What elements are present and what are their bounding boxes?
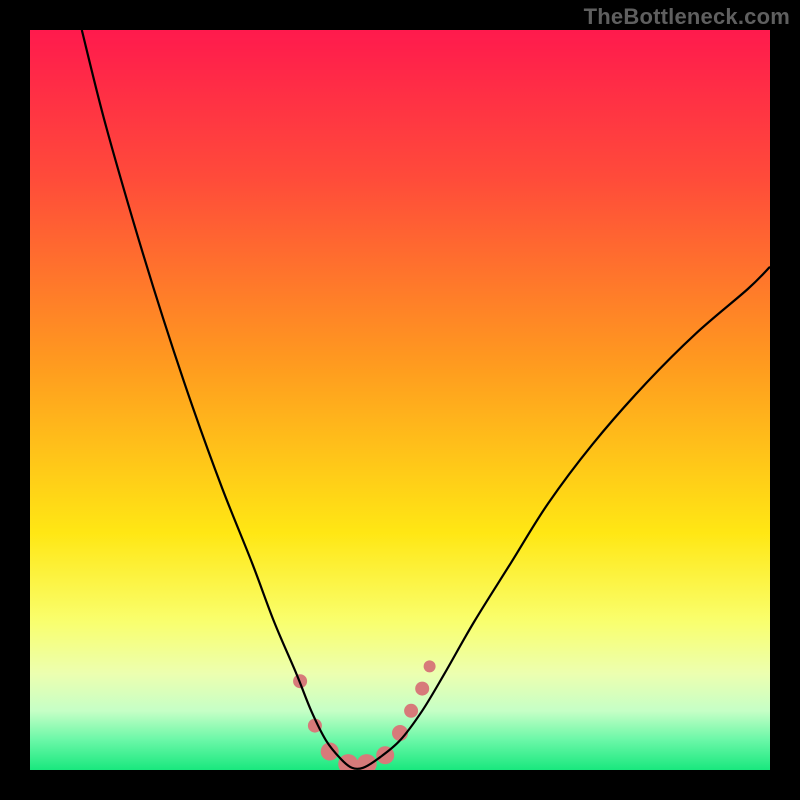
chart-svg — [30, 30, 770, 770]
highlight-dot — [404, 704, 418, 718]
plot-area — [30, 30, 770, 770]
gradient-background — [30, 30, 770, 770]
chart-frame: TheBottleneck.com — [0, 0, 800, 800]
highlight-dot — [415, 682, 429, 696]
highlight-dot — [424, 660, 436, 672]
watermark-text: TheBottleneck.com — [584, 4, 790, 30]
